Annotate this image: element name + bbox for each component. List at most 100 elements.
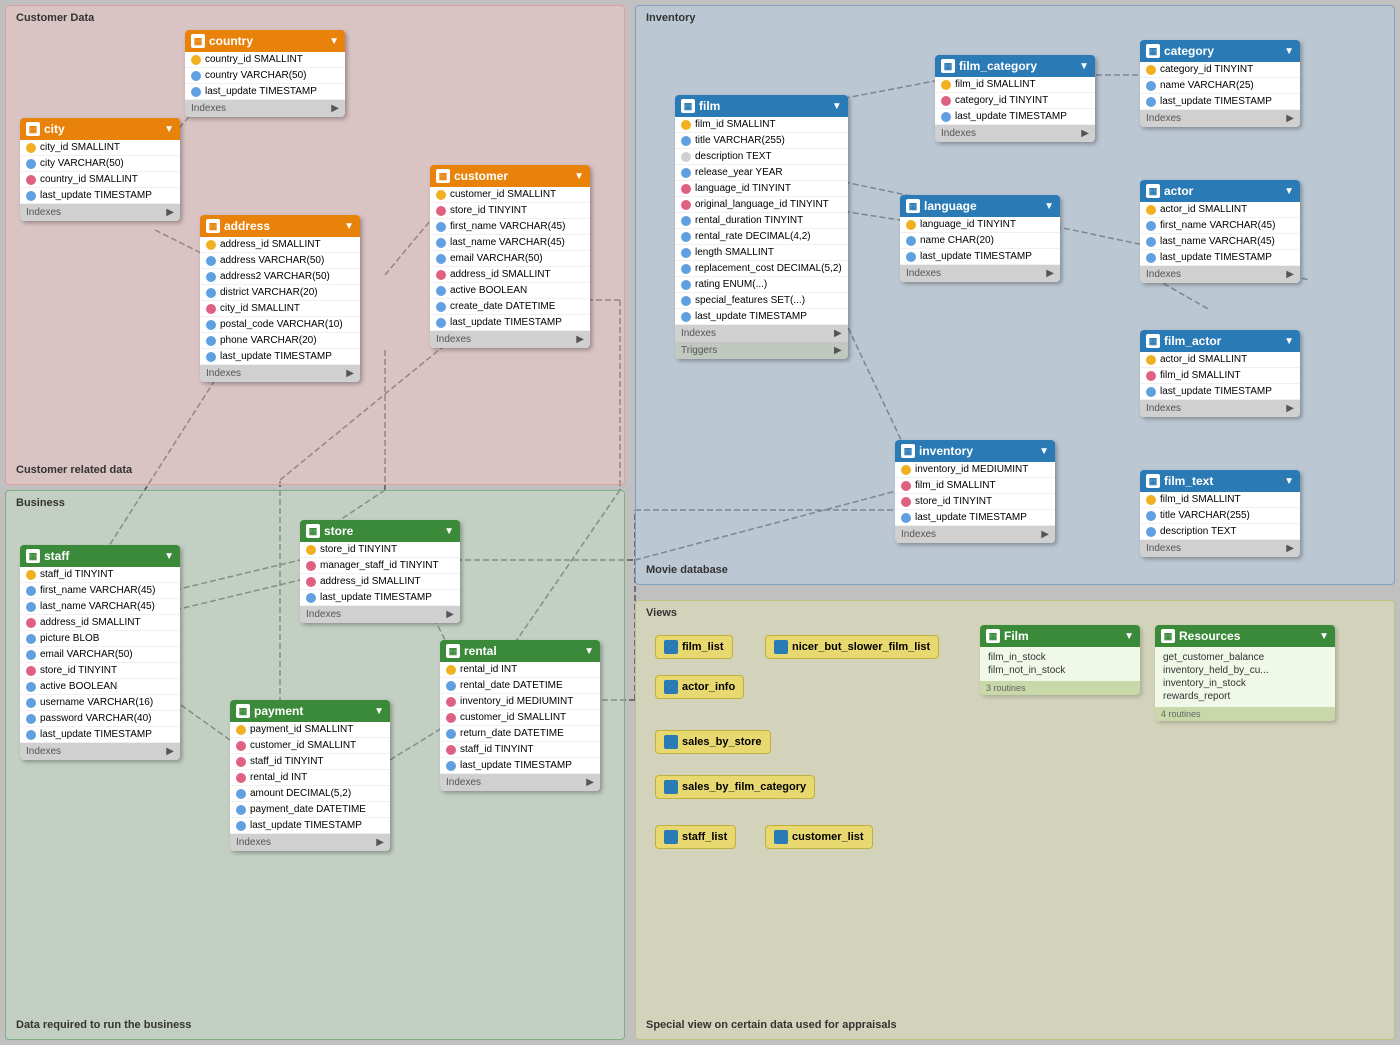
city-table-indexes[interactable]: Indexes▶	[20, 204, 180, 221]
table-row: staff_id TINYINT	[20, 567, 180, 583]
table-row: rental_rate DECIMAL(4,2)	[675, 229, 848, 245]
category-table-header[interactable]: ▦ category ▼	[1140, 40, 1300, 62]
fk-icon	[681, 216, 691, 226]
staff-table-name: staff	[44, 549, 69, 563]
film-view-table-arrow[interactable]: ▼	[1124, 631, 1134, 642]
customer-table-indexes[interactable]: Indexes▶	[430, 331, 590, 348]
inventory-db-table-header[interactable]: ▦ inventory ▼	[895, 440, 1055, 462]
view-icon-actor-info	[664, 680, 678, 694]
customer-table-arrow[interactable]: ▼	[574, 171, 584, 182]
fk-icon	[1146, 527, 1156, 537]
city-table-arrow[interactable]: ▼	[164, 124, 174, 135]
category-table-indexes[interactable]: Indexes▶	[1140, 110, 1300, 127]
actor-table-arrow[interactable]: ▼	[1284, 186, 1294, 197]
address-table-indexes[interactable]: Indexes▶	[200, 365, 360, 382]
store-table-header[interactable]: ▦ store ▼	[300, 520, 460, 542]
fk-icon	[26, 634, 36, 644]
inventory-db-table-indexes[interactable]: Indexes▶	[895, 526, 1055, 543]
store-table-indexes[interactable]: Indexes▶	[300, 606, 460, 623]
film-table-indexes[interactable]: Indexes▶	[675, 325, 848, 342]
fk-icon	[306, 593, 316, 603]
category-table-arrow[interactable]: ▼	[1284, 46, 1294, 57]
country-table-header[interactable]: ▦ country ▼	[185, 30, 345, 52]
film-text-table-indexes[interactable]: Indexes▶	[1140, 540, 1300, 557]
address-table-header[interactable]: ▦ address ▼	[200, 215, 360, 237]
actor-info-view[interactable]: actor_info	[655, 675, 744, 699]
table-row: address_id SMALLINT	[300, 574, 460, 590]
film-category-table-arrow[interactable]: ▼	[1079, 61, 1089, 72]
pk-icon	[26, 618, 36, 628]
film-text-table-arrow[interactable]: ▼	[1284, 476, 1294, 487]
resources-view-table-header[interactable]: ▦ Resources ▼	[1155, 625, 1335, 647]
pk-icon	[446, 713, 456, 723]
staff-table-header[interactable]: ▦ staff ▼	[20, 545, 180, 567]
city-table-header[interactable]: ▦ city ▼	[20, 118, 180, 140]
language-table-arrow[interactable]: ▼	[1044, 201, 1054, 212]
table-row: amount DECIMAL(5,2)	[230, 786, 390, 802]
table-icon-film-view: ▦	[989, 631, 998, 642]
address-table-arrow[interactable]: ▼	[344, 221, 354, 232]
table-row: inventory_id MEDIUMINT	[440, 694, 600, 710]
actor-table-header[interactable]: ▦ actor ▼	[1140, 180, 1300, 202]
views-section-label: Views	[646, 607, 677, 619]
country-table-arrow[interactable]: ▼	[329, 36, 339, 47]
table-row: film_id SMALLINT	[895, 478, 1055, 494]
payment-table-arrow[interactable]: ▼	[374, 706, 384, 717]
fk-icon	[681, 280, 691, 290]
table-icon-customer: ▦	[439, 171, 448, 182]
film-category-table-header[interactable]: ▦ film_category ▼	[935, 55, 1095, 77]
film-actor-table-header[interactable]: ▦ film_actor ▼	[1140, 330, 1300, 352]
country-table-indexes[interactable]: Indexes▶	[185, 100, 345, 117]
inventory-db-table-arrow[interactable]: ▼	[1039, 446, 1049, 457]
fk-icon	[236, 821, 246, 831]
table-row: actor_id SMALLINT	[1140, 202, 1300, 218]
film-actor-table-indexes[interactable]: Indexes▶	[1140, 400, 1300, 417]
film-view-table-name: Film	[1004, 629, 1029, 643]
staff-list-label: staff_list	[682, 831, 727, 843]
fk-icon	[26, 682, 36, 692]
film-actor-table-arrow[interactable]: ▼	[1284, 336, 1294, 347]
table-row: rental_date DATETIME	[440, 678, 600, 694]
view-icon-sales-by-film-category	[664, 780, 678, 794]
table-row: postal_code VARCHAR(10)	[200, 317, 360, 333]
film-table-name: film	[699, 99, 720, 113]
table-row: special_features SET(...)	[675, 293, 848, 309]
actor-table-indexes[interactable]: Indexes▶	[1140, 266, 1300, 283]
staff-list-view[interactable]: staff_list	[655, 825, 736, 849]
resources-view-table-arrow[interactable]: ▼	[1319, 631, 1329, 642]
film-text-table-header[interactable]: ▦ film_text ▼	[1140, 470, 1300, 492]
film-list-view[interactable]: film_list	[655, 635, 733, 659]
fk-icon	[1146, 511, 1156, 521]
film-not-in-stock-row: film_not_in_stock	[988, 664, 1132, 677]
customer-table-header[interactable]: ▦ customer ▼	[430, 165, 590, 187]
store-table-arrow[interactable]: ▼	[444, 526, 454, 537]
language-table-header[interactable]: ▦ language ▼	[900, 195, 1060, 217]
film-category-table-indexes[interactable]: Indexes▶	[935, 125, 1095, 142]
customer-list-view[interactable]: customer_list	[765, 825, 873, 849]
film-table-arrow[interactable]: ▼	[832, 101, 842, 112]
film-table-header[interactable]: ▦ film ▼	[675, 95, 848, 117]
pk-icon	[26, 175, 36, 185]
fk-icon	[1146, 253, 1156, 263]
key-icon	[26, 143, 36, 153]
table-row: city_id SMALLINT	[20, 140, 180, 156]
rental-table-header[interactable]: ▦ rental ▼	[440, 640, 600, 662]
city-table: ▦ city ▼ city_id SMALLINT city VARCHAR(5…	[20, 118, 180, 221]
table-row: film_id SMALLINT	[1140, 492, 1300, 508]
staff-table-indexes[interactable]: Indexes▶	[20, 743, 180, 760]
film-table-triggers[interactable]: Triggers▶	[675, 342, 848, 359]
nicer-film-list-view[interactable]: nicer_but_slower_film_list	[765, 635, 939, 659]
table-row: city_id SMALLINT	[200, 301, 360, 317]
film-view-table-header[interactable]: ▦ Film ▼	[980, 625, 1140, 647]
rental-table-indexes[interactable]: Indexes▶	[440, 774, 600, 791]
table-row: last_update TIMESTAMP	[20, 727, 180, 743]
staff-table-arrow[interactable]: ▼	[164, 551, 174, 562]
film-actor-table: ▦ film_actor ▼ actor_id SMALLINT film_id…	[1140, 330, 1300, 417]
payment-table-header[interactable]: ▦ payment ▼	[230, 700, 390, 722]
sales-by-store-view[interactable]: sales_by_store	[655, 730, 771, 754]
payment-table-indexes[interactable]: Indexes▶	[230, 834, 390, 851]
sales-by-film-category-view[interactable]: sales_by_film_category	[655, 775, 815, 799]
fk-icon	[26, 714, 36, 724]
language-table-indexes[interactable]: Indexes▶	[900, 265, 1060, 282]
rental-table-arrow[interactable]: ▼	[584, 646, 594, 657]
